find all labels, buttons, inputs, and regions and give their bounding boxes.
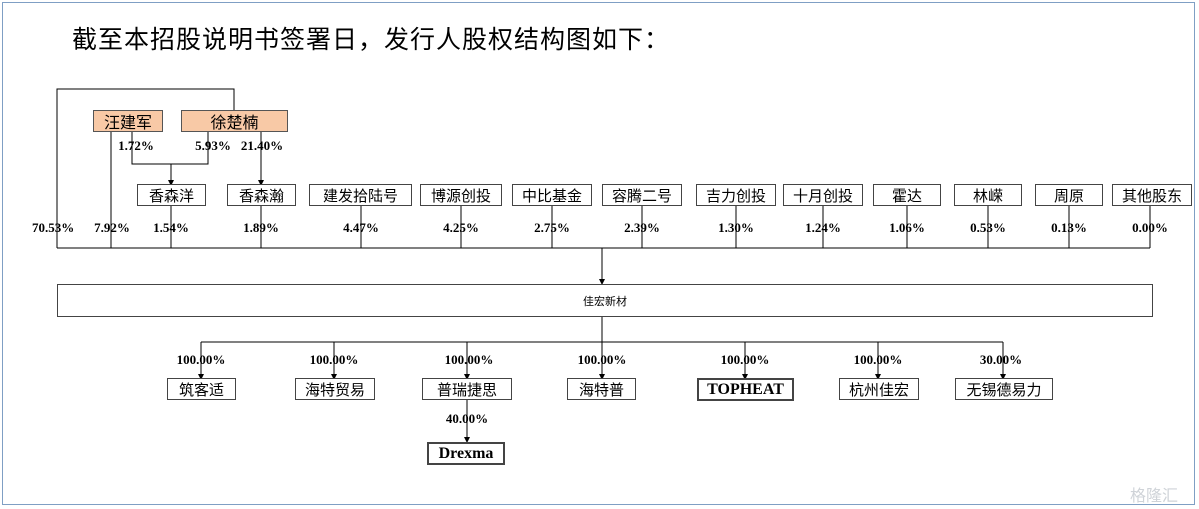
pct-jili: 1.30% — [718, 220, 754, 235]
shareholder-linkun: 林嵘 — [954, 184, 1022, 206]
shareholder-jianfa: 建发拾陆号 — [309, 184, 412, 206]
pct-puruijiesi: 100.00% — [444, 352, 494, 367]
pct-zhouyuan: 0.13% — [1051, 220, 1087, 235]
pct-shiyue: 1.24% — [805, 220, 841, 235]
shareholder-xiangsenhan: 香森瀚 — [227, 184, 296, 206]
shareholder-jili: 吉力创投 — [696, 184, 776, 206]
shareholder-boyuan: 博源创投 — [420, 184, 502, 206]
watermark-logo: 格隆汇 — [1130, 486, 1179, 505]
pct-zhukeshi: 100.00% — [176, 352, 226, 367]
subsidiary-haitepu: 海特普 — [567, 378, 636, 400]
subsidiary-puruijiesi: 普瑞捷思 — [422, 378, 512, 400]
pct-xu-direct: 70.53% — [32, 220, 75, 235]
shareholder-xiangsenyang: 香森洋 — [137, 184, 206, 206]
subsidiary-zhukeshi: 筑客适 — [167, 378, 236, 400]
pct-wuxi: 30.00% — [979, 352, 1023, 367]
shareholder-rongteng: 容腾二号 — [602, 184, 682, 206]
pct-xu-to-xiangsenyang: 5.93% — [195, 138, 231, 153]
person-wang-jianjun: 汪建军 — [93, 110, 163, 132]
pct-jianfa: 4.47% — [343, 220, 379, 235]
pct-xu-to-xiangsenhan: 21.40% — [240, 138, 284, 153]
pct-haitepu: 100.00% — [577, 352, 627, 367]
pct-others: 0.00% — [1132, 220, 1168, 235]
pct-zhongbi: 2.75% — [534, 220, 570, 235]
pct-wang-to-xiangsenyang: 1.72% — [118, 138, 154, 153]
pct-haitemaoyi: 100.00% — [309, 352, 359, 367]
shareholder-zhouyuan: 周原 — [1035, 184, 1103, 206]
pct-drexma: 40.00% — [445, 411, 489, 426]
subsidiary-topheat: TOPHEAT — [697, 378, 794, 401]
pct-hangzhou: 100.00% — [853, 352, 903, 367]
shareholder-huoda: 霍达 — [873, 184, 941, 206]
subsidiary-haitemaoyi: 海特贸易 — [295, 378, 375, 400]
subsidiary-wuxi: 无锡德易力 — [955, 378, 1053, 400]
pct-huoda: 1.06% — [889, 220, 925, 235]
pct-xiangsenhan: 1.89% — [243, 220, 279, 235]
pct-wang-direct: 7.92% — [94, 220, 130, 235]
shareholder-zhongbi: 中比基金 — [512, 184, 592, 206]
pct-topheat: 100.00% — [720, 352, 770, 367]
pct-rongteng: 2.39% — [624, 220, 660, 235]
connector-lines — [56, 88, 1151, 443]
pct-xiangsenyang: 1.54% — [153, 220, 189, 235]
person-xu-chunan: 徐楚楠 — [181, 110, 288, 132]
shareholder-shiyue: 十月创投 — [783, 184, 863, 206]
pct-linkun: 0.53% — [970, 220, 1006, 235]
pct-boyuan: 4.25% — [443, 220, 479, 235]
subsidiary-drexma: Drexma — [427, 442, 505, 465]
subsidiary-hangzhou: 杭州佳宏 — [839, 378, 919, 400]
company-box: 佳宏新材 — [57, 284, 1153, 317]
shareholder-others: 其他股东 — [1112, 184, 1192, 206]
